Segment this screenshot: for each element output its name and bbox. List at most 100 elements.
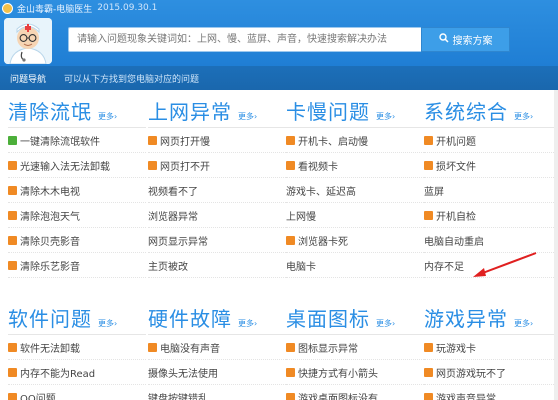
category-title[interactable]: 硬件故障 <box>148 303 232 332</box>
problem-link[interactable]: 清除贝壳影音 <box>8 228 146 253</box>
problem-label: 开机问题 <box>436 136 476 148</box>
category-title[interactable]: 软件问题 <box>8 303 92 332</box>
problem-grid: 清除流氓 更多› 一键清除流氓软件 光速输入法无法卸载 清除木木电视 清除泡泡天气 清除贝壳… <box>0 90 558 400</box>
hot-icon <box>148 135 157 145</box>
more-link-label: 更多 <box>238 319 254 328</box>
category-title[interactable]: 游戏异常 <box>424 303 508 332</box>
more-link-label: 更多 <box>238 112 254 121</box>
problem-label: 键盘按键错乱 <box>148 393 208 400</box>
problem-link[interactable]: 浏览器异常 <box>148 203 286 228</box>
problem-link[interactable]: 开机卡、启动慢 <box>286 128 424 153</box>
hot-icon <box>8 235 17 245</box>
hot-icon <box>148 342 157 352</box>
hot-icon <box>286 367 295 377</box>
problem-label: 电脑没有声音 <box>160 343 220 355</box>
problem-link[interactable]: 一键清除流氓软件 <box>8 128 146 153</box>
more-link[interactable]: 更多› <box>98 111 117 122</box>
hot-icon <box>424 135 433 145</box>
problem-list: 软件无法卸载内存不能为Read QQ问题 <box>8 335 146 400</box>
problem-link[interactable]: 损坏文件 <box>424 153 558 178</box>
problem-label: 玩游戏卡 <box>436 343 476 355</box>
more-link[interactable]: 更多› <box>376 111 395 122</box>
category-header: 系统综合 更多› <box>424 90 558 128</box>
problem-link[interactable]: 清除泡泡天气 <box>8 203 146 228</box>
problem-label: 损坏文件 <box>436 161 476 173</box>
problem-label: 一键清除流氓软件 <box>20 136 100 148</box>
problem-link[interactable]: 上网慢 <box>286 203 424 228</box>
problem-label: 开机卡、启动慢 <box>298 136 368 148</box>
problem-link[interactable]: 键盘按键错乱 <box>148 385 286 400</box>
more-link-label: 更多 <box>514 319 530 328</box>
hot-icon <box>286 135 295 145</box>
more-link[interactable]: 更多› <box>376 318 395 329</box>
problem-label: 网页游戏玩不了 <box>436 368 506 380</box>
hot-icon <box>286 160 295 170</box>
category-7: 游戏异常 更多› 玩游戏卡网页游戏玩不了游戏声音异常 <box>424 297 558 400</box>
hot-icon <box>8 367 17 377</box>
more-link[interactable]: 更多› <box>98 318 117 329</box>
problem-label: 浏览器异常 <box>148 211 198 223</box>
problem-link[interactable]: 电脑没有声音 <box>148 335 286 360</box>
hot-icon <box>424 210 433 220</box>
chevron-right-icon: › <box>114 319 118 328</box>
category-6: 桌面图标 更多› 图标显示异常 快捷方式有小箭头 游戏桌面图标没有 <box>286 297 424 400</box>
nav-hint: 可以从下方找到您电脑对应的问题 <box>64 74 200 85</box>
problem-link[interactable]: 光速输入法无法卸载 <box>8 153 146 178</box>
header: 金山毒霸-电脑医生 2015.09.30.1 搜索方案 <box>0 0 558 66</box>
problem-link[interactable]: 主页被改 <box>148 253 286 278</box>
problem-link[interactable]: 玩游戏卡 <box>424 335 558 360</box>
problem-link[interactable]: 软件无法卸载 <box>8 335 146 360</box>
problem-link[interactable]: 浏览器卡死 <box>286 228 424 253</box>
problem-link[interactable]: 视频看不了 <box>148 178 286 203</box>
problem-label: 浏览器卡死 <box>298 236 348 248</box>
problem-link[interactable]: 图标显示异常 <box>286 335 424 360</box>
category-0: 清除流氓 更多› 一键清除流氓软件光速输入法无法卸载 清除木木电视 清除泡泡天气 清除贝壳… <box>8 90 146 278</box>
category-title[interactable]: 上网异常 <box>148 96 232 125</box>
problem-link[interactable]: 游戏声音异常 <box>424 385 558 400</box>
hot-icon <box>8 342 17 352</box>
problem-link[interactable]: 蓝屏 <box>424 178 558 203</box>
window-title: 金山毒霸-电脑医生 <box>17 4 93 15</box>
hot-icon <box>424 392 433 400</box>
more-link[interactable]: 更多› <box>514 318 533 329</box>
tab-problem-navigation[interactable]: 问题导航 <box>0 72 56 85</box>
problem-link[interactable]: 游戏桌面图标没有 <box>286 385 424 400</box>
category-1: 上网异常 更多› 网页打开慢 网页打不开 视频看不了浏览器异常网页显示异常 主页被改 <box>148 90 286 278</box>
problem-link[interactable]: 清除乐艺影音 <box>8 253 146 278</box>
more-link[interactable]: 更多› <box>238 111 257 122</box>
category-header: 清除流氓 更多› <box>8 90 146 128</box>
problem-label: 摄像头无法使用 <box>148 368 218 380</box>
category-title[interactable]: 桌面图标 <box>286 303 370 332</box>
problem-list: 图标显示异常 快捷方式有小箭头 游戏桌面图标没有 <box>286 335 424 400</box>
category-title[interactable]: 清除流氓 <box>8 96 92 125</box>
problem-list: 玩游戏卡网页游戏玩不了游戏声音异常 <box>424 335 558 400</box>
problem-link[interactable]: 电脑卡 <box>286 253 424 278</box>
category-title[interactable]: 系统综合 <box>424 96 508 125</box>
problem-link[interactable]: 网页显示异常 <box>148 228 286 253</box>
category-header: 桌面图标 更多› <box>286 297 424 335</box>
category-title[interactable]: 卡慢问题 <box>286 96 370 125</box>
more-link[interactable]: 更多› <box>514 111 533 122</box>
problem-label: 软件无法卸载 <box>20 343 80 355</box>
hot-icon <box>424 367 433 377</box>
problem-link[interactable]: 网页打不开 <box>148 153 286 178</box>
problem-label: 蓝屏 <box>424 186 444 198</box>
problem-link[interactable]: 看视频卡 <box>286 153 424 178</box>
problem-link[interactable]: 网页游戏玩不了 <box>424 360 558 385</box>
problem-link[interactable]: 网页打开慢 <box>148 128 286 153</box>
problem-link[interactable]: 摄像头无法使用 <box>148 360 286 385</box>
hot-icon <box>286 392 295 400</box>
problem-link[interactable]: QQ问题 <box>8 385 146 400</box>
more-link[interactable]: 更多› <box>238 318 257 329</box>
problem-link[interactable]: 快捷方式有小箭头 <box>286 360 424 385</box>
problem-link[interactable]: 开机问题 <box>424 128 558 153</box>
problem-label: 电脑卡 <box>286 261 316 273</box>
scrollbar[interactable] <box>554 90 558 400</box>
problem-link[interactable]: 内存不能为Read <box>8 360 146 385</box>
problem-link[interactable]: 游戏卡、延迟高 <box>286 178 424 203</box>
problem-link[interactable]: 清除木木电视 <box>8 178 146 203</box>
chevron-right-icon: › <box>530 319 534 328</box>
search-button[interactable]: 搜索方案 <box>421 27 510 52</box>
problem-link[interactable]: 开机自检 <box>424 203 558 228</box>
problem-list: 电脑没有声音摄像头无法使用键盘按键错乱 <box>148 335 286 400</box>
